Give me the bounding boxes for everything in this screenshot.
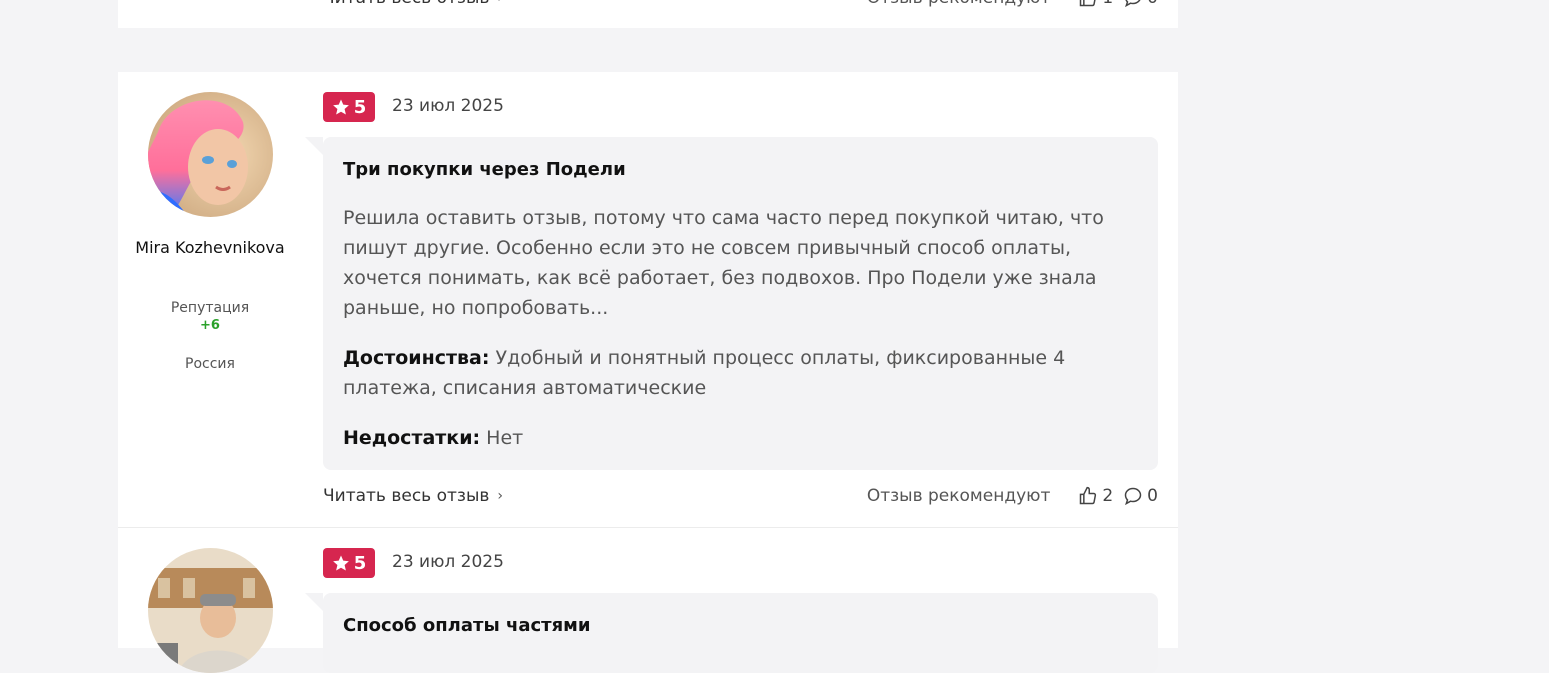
avatar[interactable]: [148, 548, 273, 673]
review-text: Решила оставить отзыв, потому что сама ч…: [343, 207, 1104, 319]
comment-button[interactable]: 0: [1123, 0, 1158, 8]
star-icon: [332, 99, 349, 115]
review-card-previous: Читать весь отзыв › Отзыв рекомендуют 1 …: [118, 0, 1178, 28]
comment-count: 0: [1147, 0, 1158, 8]
like-button[interactable]: 2: [1078, 486, 1113, 506]
review-cons: Недостатки: Нет: [343, 423, 1143, 453]
recommend-label: Отзыв рекомендуют: [867, 0, 1051, 8]
review-date: 23 июл 2025: [392, 96, 504, 116]
review-card-next: 5 23 июл 2025 Способ оплаты частями: [118, 528, 1178, 673]
read-more-label: Читать весь отзыв: [323, 0, 489, 8]
comment-button[interactable]: 0: [1123, 486, 1158, 506]
review-footer: Читать весь отзыв › Отзыв рекомендуют 1 …: [323, 0, 1158, 10]
like-count: 2: [1102, 486, 1114, 506]
thumbs-up-icon: [1080, 0, 1096, 7]
review-title[interactable]: Способ оплаты частями: [343, 615, 590, 636]
reputation-value: +6: [200, 318, 220, 333]
rating-badge: 5: [323, 92, 375, 122]
review-footer: Читать весь отзыв › Отзыв рекомендуют 2 …: [323, 484, 1158, 508]
like-count: 1: [1102, 0, 1113, 8]
avatar[interactable]: [148, 92, 273, 217]
pros-label: Достоинства:: [343, 347, 490, 369]
review-pros: Достоинства: Удобный и понятный процесс …: [343, 343, 1143, 403]
rating-value: 5: [353, 96, 367, 118]
user-country: Россия: [185, 356, 235, 372]
cons-text: Нет: [486, 427, 524, 449]
cons-label: Недостатки:: [343, 427, 481, 449]
review-card: Mira Kozhevnikova Репутация +6 Россия 5 …: [118, 72, 1178, 528]
comment-count: 0: [1147, 486, 1158, 506]
review-content: Способ оплаты частями: [305, 593, 1158, 673]
recommend-label: Отзыв рекомендуют: [866, 486, 1051, 506]
review-date: 23 июл 2025: [392, 552, 504, 572]
avatar-image: [148, 548, 273, 673]
read-more-label: Читать весь отзыв: [323, 486, 490, 506]
comment-icon: [1124, 487, 1142, 506]
like-button[interactable]: 1: [1078, 0, 1113, 8]
rating-value: 5: [353, 552, 367, 574]
rating-badge: 5: [323, 548, 375, 578]
chevron-right-icon: ›: [497, 0, 503, 6]
avatar-image: [148, 92, 273, 217]
read-full-review-link[interactable]: Читать весь отзыв ›: [323, 486, 503, 506]
review-title[interactable]: Три покупки через Подели: [343, 159, 626, 180]
reputation-label: Репутация: [170, 300, 250, 316]
user-name[interactable]: Mira Kozhevnikova: [118, 237, 302, 258]
thumbs-up-icon: [1080, 486, 1097, 505]
review-content: Три покупки через Подели Решила оставить…: [305, 137, 1158, 470]
star-icon: [332, 555, 349, 571]
comment-icon: [1125, 0, 1141, 8]
read-full-review-link[interactable]: Читать весь отзыв ›: [323, 0, 503, 8]
chevron-right-icon: ›: [497, 488, 503, 504]
